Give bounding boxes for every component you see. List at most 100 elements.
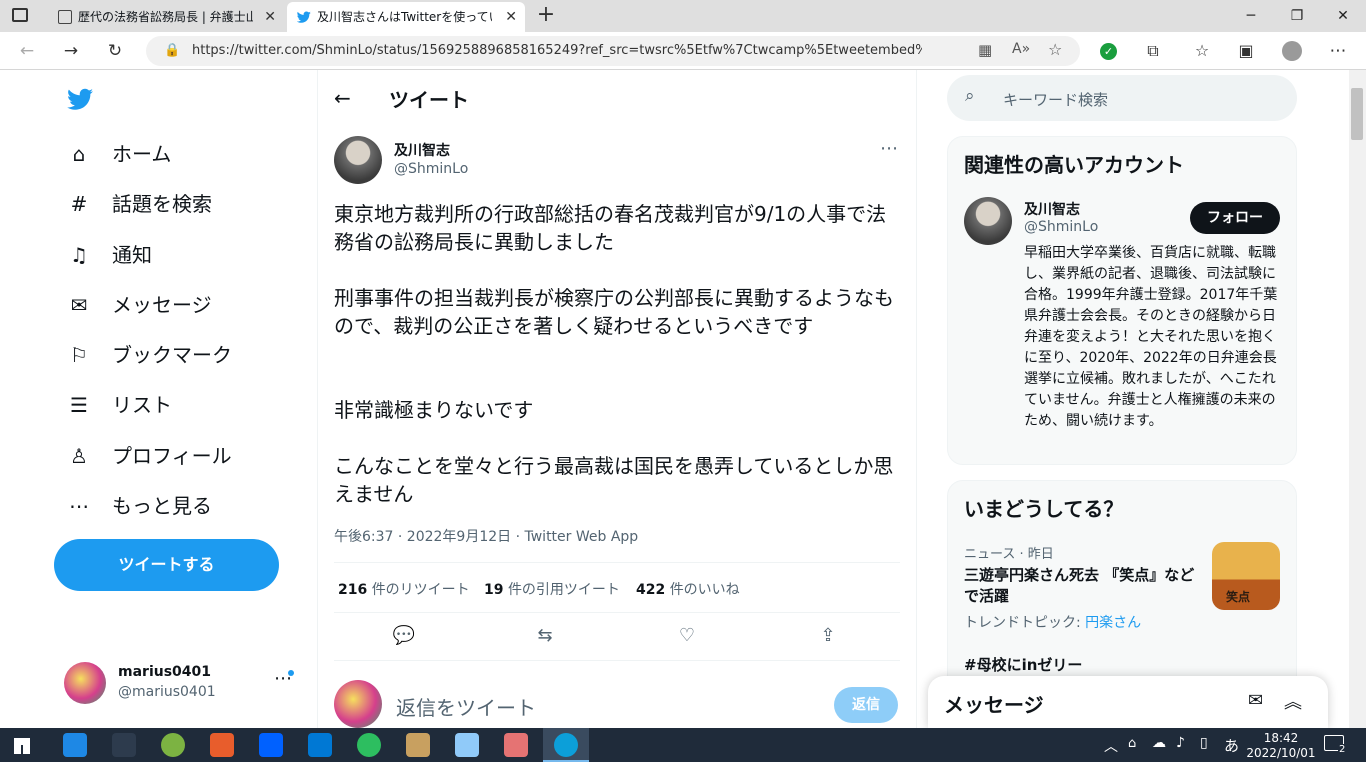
reply-button[interactable]: 返信 [834, 687, 898, 723]
retweet-count[interactable]: 216 件のリツイート [338, 579, 470, 599]
favorites-icon[interactable]: ☆ [1189, 38, 1215, 64]
author-handle[interactable]: @ShminLo [394, 161, 468, 177]
trend-topic-label: トレンドトピック: [964, 615, 1081, 631]
follow-button[interactable]: フォロー [1190, 202, 1280, 234]
volume-icon[interactable]: ♪ [1176, 735, 1185, 751]
tweet-button[interactable]: ツイートする [54, 539, 279, 591]
extensions-icon[interactable]: ⧉ [1140, 38, 1166, 64]
twitter-logo-icon[interactable] [66, 86, 95, 112]
collections-icon[interactable]: ▣ [1233, 38, 1259, 64]
back-arrow-icon[interactable]: ← [334, 86, 351, 110]
trend-title[interactable]: 三遊亭円楽さん死去 『笑点』などで活躍 [964, 565, 1198, 607]
share-icon[interactable]: ⇪ [816, 625, 840, 649]
close-tab-icon[interactable]: ✕ [264, 3, 276, 31]
notes-icon[interactable] [455, 733, 479, 757]
new-tab-icon[interactable]: + [532, 2, 560, 30]
quote-count[interactable]: 19 件の引用ツイート [484, 579, 620, 599]
messages-drawer[interactable]: メッセージ ✉ ︽ [928, 676, 1328, 728]
trend-topic-link: 円楽さん [1085, 615, 1142, 631]
related-avatar[interactable] [964, 197, 1012, 245]
check-extension-icon[interactable]: ✓ [1100, 43, 1117, 60]
favorite-star-icon[interactable]: ☆ [1048, 40, 1062, 59]
bell-icon: ♫ [70, 243, 88, 267]
app-power-icon[interactable] [210, 733, 234, 757]
nav-bookmarks[interactable]: ⚐ ブックマーク [66, 335, 232, 375]
address-bar[interactable]: 🔒 https://twitter.com/ShminLo/status/156… [146, 36, 1080, 66]
network-icon[interactable]: ⌂ [1128, 736, 1136, 751]
stat-label: 件のリツイート [371, 582, 470, 598]
trend-topic[interactable]: トレンドトピック: 円楽さん [964, 612, 1141, 632]
nav-home[interactable]: ⌂ ホーム [66, 134, 172, 174]
related-bio: 早稲田大学卒業後、百貨店に就職、転職し、業界紙の記者、退職後、司法試験に合格。1… [1024, 245, 1278, 429]
read-aloud-icon[interactable]: A» [1012, 41, 1030, 57]
evernote-icon[interactable] [357, 733, 381, 757]
retweet-icon[interactable]: ⇆ [533, 625, 557, 649]
forward-icon[interactable]: → [58, 38, 84, 64]
author-avatar[interactable] [334, 136, 382, 184]
app-dots-icon[interactable] [112, 733, 136, 757]
nav-label: 通知 [112, 243, 152, 267]
like-icon[interactable]: ♡ [675, 625, 699, 649]
tray-chevron-icon[interactable]: ︿ [1104, 736, 1118, 756]
notification-count: 2 [1338, 744, 1347, 755]
app-w-icon[interactable] [161, 733, 185, 757]
stat-count: 216 [338, 582, 368, 598]
stat-count: 19 [484, 582, 504, 598]
nav-label: ホーム [112, 142, 172, 166]
tweet-meta[interactable]: 午後6:37 · 2022年9月12日 · Twitter Web App [334, 526, 638, 546]
scrollbar-thumb[interactable] [1351, 88, 1363, 140]
onedrive-icon[interactable]: ☁ [1152, 735, 1166, 751]
related-handle[interactable]: @ShminLo [1024, 219, 1098, 235]
palette-icon[interactable] [504, 733, 528, 757]
search-input[interactable]: キーワード検索 [1003, 89, 1108, 110]
minimize-icon[interactable]: ─ [1228, 0, 1274, 32]
browser-tab-1[interactable]: 歴代の法務省訟務局長 | 弁護士山... ✕ [48, 2, 284, 32]
search-box[interactable]: ⌕ キーワード検索 [947, 75, 1297, 121]
search-icon: ⌕ [965, 86, 975, 106]
battery-icon[interactable]: ▯ [1200, 735, 1208, 751]
windows-start-icon[interactable] [14, 738, 30, 754]
page-scrollbar[interactable] [1349, 70, 1366, 728]
page-title: ツイート [389, 88, 469, 112]
trend-image[interactable]: 笑点 [1212, 542, 1280, 610]
stat-count: 422 [636, 582, 666, 598]
nav-explore[interactable]: # 話題を検索 [66, 184, 212, 224]
browser-tab-2[interactable]: 及川智志さんはTwitterを使っています ✕ [287, 2, 525, 32]
tweet-more-icon[interactable]: ⋯ [880, 138, 898, 159]
new-message-icon[interactable]: ✉ [1248, 690, 1263, 711]
trend-next[interactable]: #母校にinゼリー [964, 654, 1082, 675]
refresh-icon[interactable]: ↻ [102, 38, 128, 64]
close-tab-icon[interactable]: ✕ [505, 3, 517, 31]
dropbox-icon[interactable] [259, 733, 283, 757]
chevron-up-icon[interactable]: ︽ [1284, 688, 1302, 714]
clock-date[interactable]: 2022/10/01 [1246, 746, 1316, 760]
mail-icon[interactable] [308, 733, 332, 757]
account-handle: @marius0401 [118, 684, 216, 700]
related-name[interactable]: 及川智志 [1024, 199, 1080, 219]
paint-icon[interactable] [406, 733, 430, 757]
nav-profile[interactable]: ♙ プロフィール [66, 436, 232, 476]
lock-icon[interactable]: 🔒 [164, 43, 180, 58]
nav-lists[interactable]: ☰ リスト [66, 385, 172, 425]
like-count[interactable]: 422 件のいいね [636, 579, 740, 599]
author-name[interactable]: 及川智志 [394, 140, 450, 160]
edge-taskbar-item[interactable] [543, 728, 589, 762]
app-b-icon[interactable] [63, 733, 87, 757]
reply-icon[interactable]: 💬 [392, 625, 416, 649]
nav-notifications[interactable]: ♫ 通知 [66, 235, 152, 275]
close-window-icon[interactable]: ✕ [1320, 0, 1366, 32]
unread-dot [288, 670, 294, 676]
tab-actions-icon[interactable] [12, 8, 28, 22]
nav-messages[interactable]: ✉ メッセージ [66, 285, 212, 325]
app-available-icon[interactable]: ▦ [978, 41, 992, 59]
account-switcher[interactable]: marius0401 @marius0401 ⋯ [64, 662, 300, 706]
reply-input[interactable]: 返信をツイート [396, 692, 536, 721]
back-icon[interactable]: ← [14, 38, 40, 64]
settings-more-icon[interactable]: ⋯ [1325, 38, 1351, 64]
ime-indicator[interactable]: あ [1224, 735, 1239, 756]
more-circle-icon: ⋯ [69, 494, 89, 518]
nav-more[interactable]: ⋯ もっと見る [66, 486, 212, 526]
restore-icon[interactable]: ❐ [1274, 0, 1320, 32]
profile-avatar-icon[interactable] [1282, 41, 1302, 61]
clock-time[interactable]: 18:42 [1250, 731, 1312, 745]
